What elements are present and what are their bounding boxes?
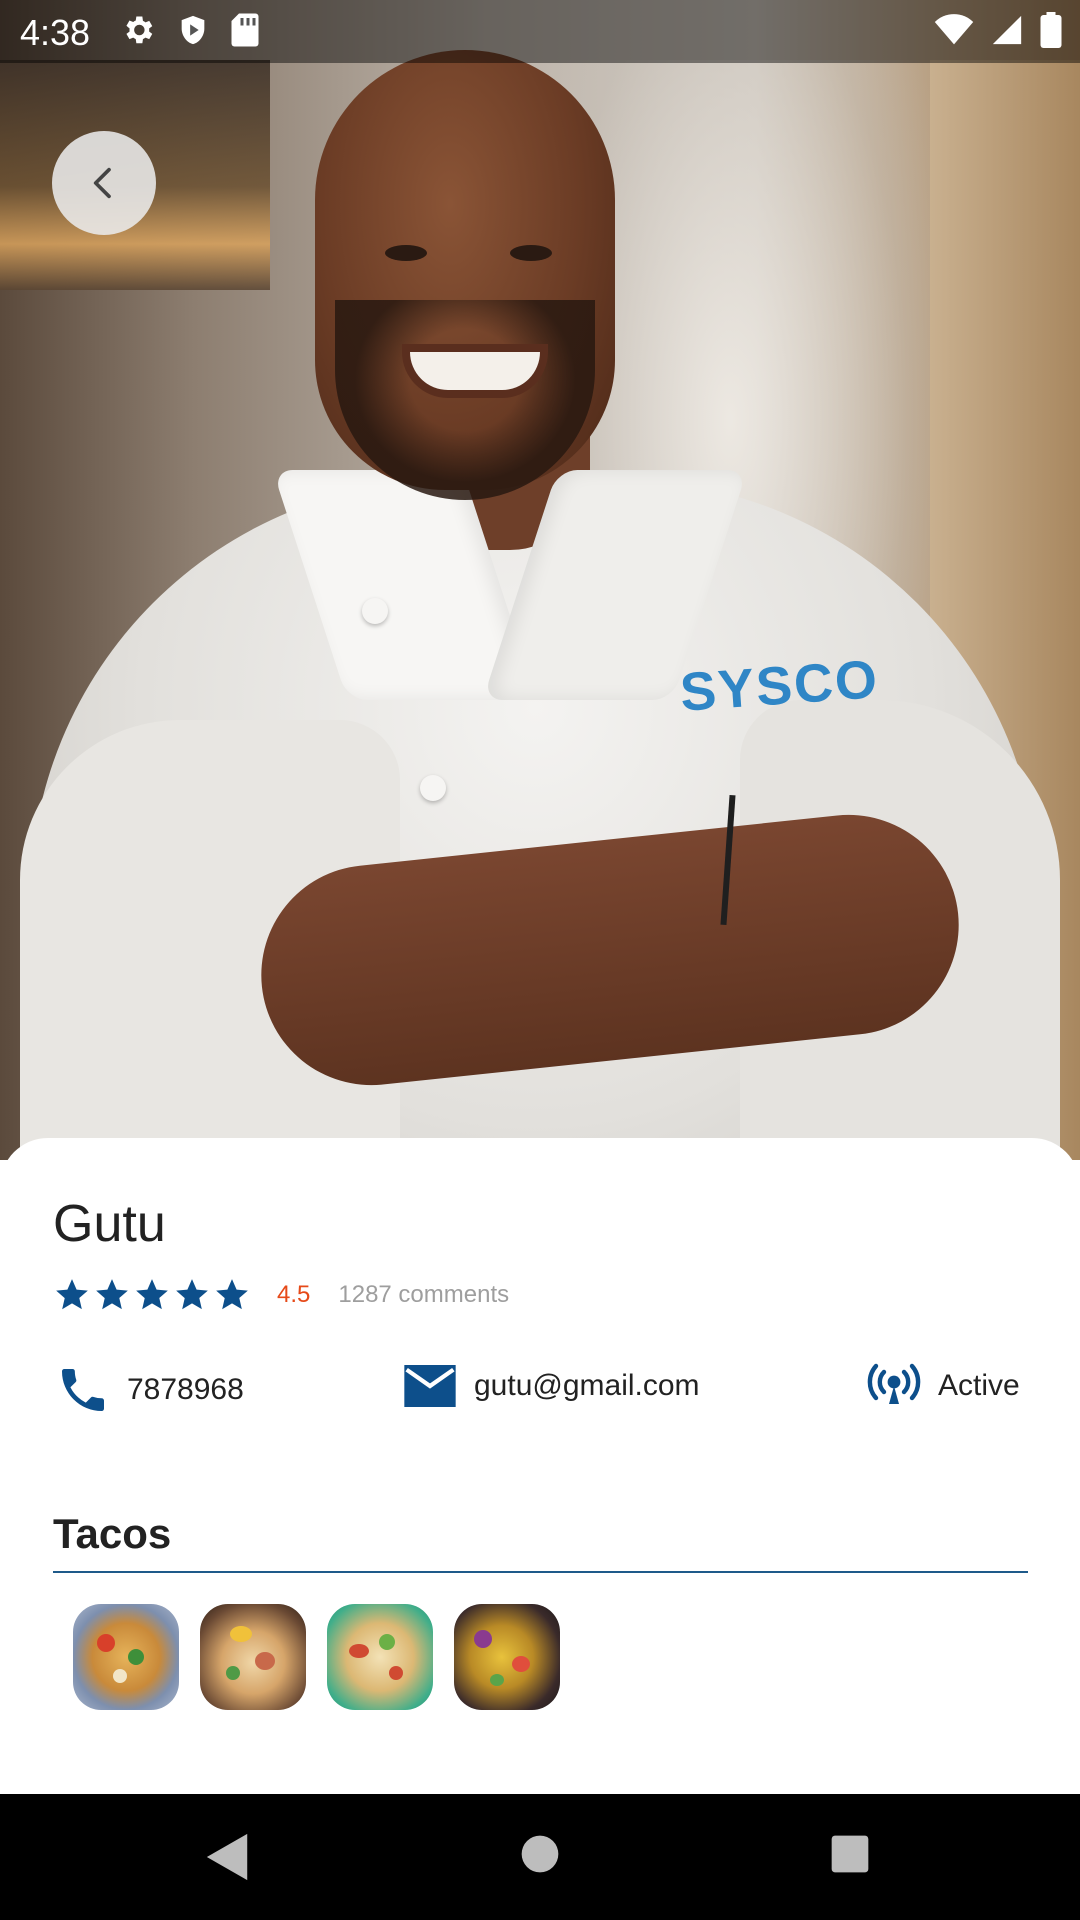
comments-count[interactable]: 1287 comments bbox=[338, 1281, 509, 1309]
navigation-bar bbox=[0, 1794, 1080, 1920]
coat-button bbox=[362, 598, 388, 624]
taco-thumbnail[interactable] bbox=[327, 1604, 433, 1710]
mail-icon bbox=[404, 1365, 456, 1407]
coat-button bbox=[420, 775, 446, 801]
status-bar: 4:38 bbox=[0, 0, 1080, 63]
taco-thumbnail[interactable] bbox=[73, 1604, 179, 1710]
battery-icon bbox=[1040, 12, 1062, 48]
status-indicator: Active bbox=[866, 1362, 1020, 1410]
status-time: 4:38 bbox=[20, 12, 91, 53]
nav-recents-button[interactable] bbox=[830, 1834, 870, 1874]
wifi-icon bbox=[934, 14, 974, 45]
chef-photo: SYSCO bbox=[0, 0, 1080, 1160]
star-rating bbox=[53, 1276, 251, 1314]
status-icons-left bbox=[120, 12, 260, 48]
screen: SYSCO 4:38 Gutu 4.5 1287 comments 787896… bbox=[0, 0, 1080, 1920]
taco-thumbnail[interactable] bbox=[200, 1604, 306, 1710]
status-text: Active bbox=[938, 1369, 1020, 1402]
nav-back-button[interactable] bbox=[204, 1832, 252, 1882]
taco-gallery bbox=[73, 1604, 560, 1710]
email-contact[interactable]: gutu@gmail.com bbox=[402, 1362, 700, 1410]
section-divider bbox=[53, 1571, 1028, 1573]
phone-icon bbox=[62, 1369, 104, 1411]
section-title: Tacos bbox=[53, 1510, 172, 1557]
chef-name: Gutu bbox=[53, 1195, 166, 1253]
chevron-left-icon bbox=[93, 167, 111, 199]
nav-home-button[interactable] bbox=[520, 1834, 560, 1874]
star-icon bbox=[96, 1279, 128, 1310]
phone-contact[interactable]: 7878968 bbox=[55, 1362, 244, 1418]
chef-details-card: Gutu 4.5 1287 comments 7878968 gutu@gmai… bbox=[0, 1138, 1080, 1794]
phone-number: 7878968 bbox=[127, 1373, 244, 1406]
email-address: gutu@gmail.com bbox=[474, 1369, 700, 1402]
star-icon bbox=[176, 1279, 208, 1310]
chef-eye-right bbox=[510, 245, 552, 261]
gear-icon bbox=[126, 16, 153, 44]
rating-value: 4.5 bbox=[277, 1281, 311, 1308]
sd-card-icon bbox=[231, 13, 259, 47]
shield-icon bbox=[181, 15, 205, 45]
status-icons-right bbox=[934, 12, 1062, 48]
broadcast-icon bbox=[867, 1363, 921, 1404]
chef-smile bbox=[410, 352, 540, 390]
rating-row: 4.5 1287 comments bbox=[53, 1276, 509, 1314]
signal-icon bbox=[992, 15, 1022, 45]
taco-thumbnail[interactable] bbox=[454, 1604, 560, 1710]
chef-eye-left bbox=[385, 245, 427, 261]
star-icon bbox=[56, 1279, 88, 1310]
back-button[interactable] bbox=[52, 131, 156, 235]
star-icon bbox=[216, 1279, 248, 1310]
star-icon bbox=[136, 1279, 168, 1310]
